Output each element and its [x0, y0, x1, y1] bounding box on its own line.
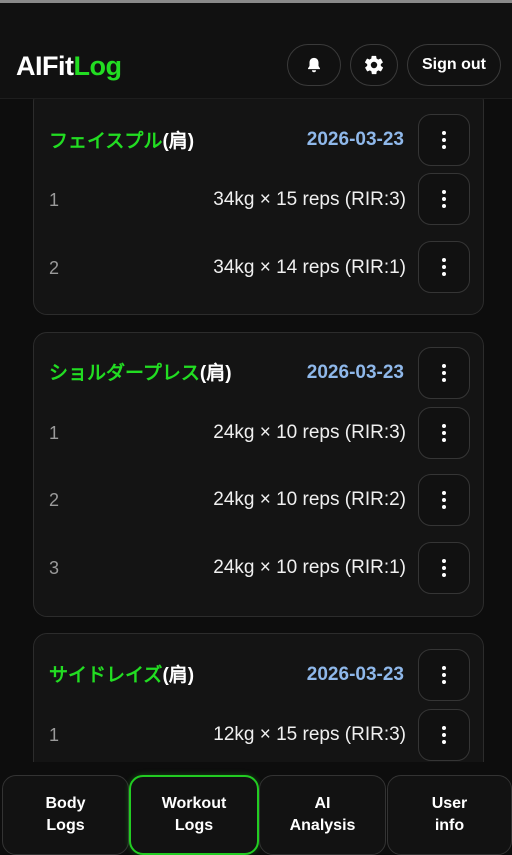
kebab-menu-icon [442, 424, 446, 442]
exercise-name: サイドレイズ [49, 665, 163, 686]
logo-text-accent: Log [73, 51, 122, 81]
set-value: 12kg × 15 reps (RIR:3) [213, 724, 406, 745]
kebab-menu-icon [442, 131, 446, 149]
tab-label-line2: Analysis [289, 817, 356, 834]
set-number: 2 [49, 258, 60, 278]
notifications-button[interactable] [287, 44, 341, 86]
exercise-card-side-raise: サイドレイズ(肩) 2026-03-23 1 12kg × 15 reps (R… [33, 633, 484, 762]
tab-label-line2: info [434, 817, 465, 834]
exercise-date: 2026-03-23 [306, 664, 404, 685]
app-logo: AIFitLog [16, 51, 122, 81]
exercise-name: ショルダープレス [49, 363, 200, 384]
tab-label-line1: Workout [161, 795, 227, 812]
set-menu-button[interactable] [418, 709, 470, 761]
set-value: 34kg × 15 reps (RIR:3) [213, 189, 406, 210]
exercise-card-shoulder-press: ショルダープレス(肩) 2026-03-23 1 24kg × 10 reps … [33, 332, 484, 617]
workout-log-list[interactable]: フェイスプル(肩) 2026-03-23 1 34kg × 15 reps (R… [0, 98, 512, 762]
set-number: 1 [49, 725, 60, 745]
bottom-navigation: Body Logs Workout Logs AI Analysis User … [0, 762, 512, 855]
kebab-menu-icon [442, 726, 446, 744]
set-menu-button[interactable] [418, 173, 470, 225]
tab-user-info[interactable]: User info [387, 775, 512, 855]
set-menu-button[interactable] [418, 474, 470, 526]
exercise-body-part: (肩) [162, 665, 195, 686]
kebab-menu-icon [442, 666, 446, 684]
kebab-menu-icon [442, 364, 446, 382]
tab-workout-logs[interactable]: Workout Logs [129, 775, 259, 855]
sign-out-button[interactable]: Sign out [407, 44, 501, 86]
exercise-menu-button[interactable] [418, 347, 470, 399]
exercise-card-face-pull: フェイスプル(肩) 2026-03-23 1 34kg × 15 reps (R… [33, 98, 484, 315]
tab-label-line1: User [431, 795, 468, 812]
kebab-menu-icon [442, 559, 446, 577]
exercise-menu-button[interactable] [418, 114, 470, 166]
exercise-date: 2026-03-23 [306, 129, 404, 150]
set-menu-button[interactable] [418, 407, 470, 459]
tab-label-line1: Body [45, 795, 86, 812]
kebab-menu-icon [442, 190, 446, 208]
kebab-menu-icon [442, 258, 446, 276]
tab-body-logs[interactable]: Body Logs [2, 775, 129, 855]
set-value: 24kg × 10 reps (RIR:2) [213, 489, 406, 510]
set-menu-button[interactable] [418, 241, 470, 293]
app-header: AIFitLog Sign out [0, 3, 512, 99]
set-number: 1 [49, 423, 60, 443]
tab-label-line2: Logs [46, 817, 85, 834]
bell-icon [305, 56, 323, 74]
gear-icon [363, 54, 385, 76]
logo-text-primary: AIFit [16, 51, 74, 81]
set-menu-button[interactable] [418, 542, 470, 594]
set-value: 34kg × 14 reps (RIR:1) [213, 257, 406, 278]
tab-ai-analysis[interactable]: AI Analysis [259, 775, 386, 855]
exercise-title: ショルダープレス(肩) [49, 362, 232, 386]
kebab-menu-icon [442, 491, 446, 509]
exercise-title: フェイスプル(肩) [49, 130, 194, 154]
exercise-body-part: (肩) [199, 363, 232, 384]
exercise-title: サイドレイズ(肩) [49, 664, 194, 688]
exercise-name: フェイスプル [49, 131, 163, 152]
set-number: 3 [49, 558, 60, 578]
set-number: 2 [49, 490, 60, 510]
tab-label-line1: AI [314, 795, 331, 812]
tab-label-line2: Logs [174, 817, 214, 834]
exercise-date: 2026-03-23 [306, 362, 404, 383]
set-value: 24kg × 10 reps (RIR:1) [213, 557, 406, 578]
exercise-menu-button[interactable] [418, 649, 470, 701]
exercise-body-part: (肩) [162, 131, 195, 152]
set-number: 1 [49, 190, 60, 210]
settings-button[interactable] [350, 44, 398, 86]
set-value: 24kg × 10 reps (RIR:3) [213, 422, 406, 443]
